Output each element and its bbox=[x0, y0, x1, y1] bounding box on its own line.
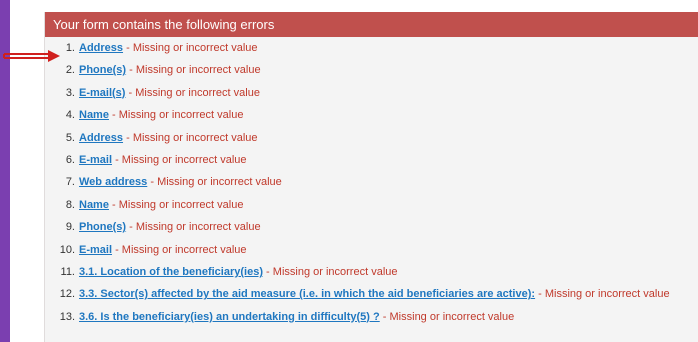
error-message: Missing or incorrect value bbox=[118, 109, 244, 122]
error-separator: - bbox=[126, 64, 136, 77]
error-field-link[interactable]: Web address bbox=[79, 176, 147, 188]
error-summary: Your form contains the following errors … bbox=[44, 12, 698, 342]
error-item: 13. 3.6. Is the beneficiary(ies) an under… bbox=[45, 306, 698, 328]
error-separator: - bbox=[112, 153, 122, 166]
error-number: 12. bbox=[59, 288, 75, 301]
error-separator: - bbox=[108, 109, 119, 122]
error-message: Missing or incorrect value bbox=[544, 288, 670, 301]
error-separator: - bbox=[112, 243, 122, 256]
error-message: Missing or incorrect value bbox=[157, 176, 282, 189]
error-field-link[interactable]: Address bbox=[79, 42, 123, 54]
error-field-link[interactable]: Phone(s) bbox=[79, 221, 126, 233]
error-field-link[interactable]: 3.6. Is the beneficiary(ies) an undertak… bbox=[79, 311, 380, 323]
error-message: Missing or incorrect value bbox=[272, 265, 398, 278]
error-message: Missing or incorrect value bbox=[135, 86, 260, 99]
error-item: 10. E-mail - Missing or incorrect value bbox=[45, 239, 698, 261]
error-number: 9. bbox=[65, 221, 75, 234]
page-panel: Your form contains the following errors … bbox=[10, 0, 698, 342]
error-field-link[interactable]: E-mail bbox=[79, 244, 112, 256]
error-field-link[interactable]: 3.1. Location of the beneficiary(ies) bbox=[79, 266, 263, 278]
error-message: Missing or incorrect value bbox=[389, 310, 515, 323]
error-number: 6. bbox=[65, 153, 75, 166]
error-number: 5. bbox=[65, 131, 75, 144]
error-separator: - bbox=[263, 265, 273, 278]
error-message: Missing or incorrect value bbox=[118, 198, 244, 211]
error-item: 6. E-mail - Missing or incorrect value bbox=[45, 149, 698, 171]
error-item: 3. E-mail(s) - Missing or incorrect value bbox=[45, 82, 698, 104]
error-separator: - bbox=[123, 42, 133, 54]
error-field-link[interactable]: Phone(s) bbox=[79, 64, 126, 76]
error-number: 13. bbox=[59, 310, 75, 323]
error-item: 5. Address - Missing or incorrect value bbox=[45, 127, 698, 149]
error-message: Missing or incorrect value bbox=[132, 42, 258, 54]
error-separator: - bbox=[535, 288, 545, 301]
error-item: 11. 3.1. Location of the beneficiary(ies)… bbox=[45, 261, 698, 283]
error-separator: - bbox=[126, 221, 136, 234]
error-item: 9. Phone(s) - Missing or incorrect value bbox=[45, 216, 698, 238]
error-number: 4. bbox=[65, 109, 75, 122]
error-field-link[interactable]: Name bbox=[79, 109, 109, 121]
error-number: 10. bbox=[59, 243, 75, 256]
error-item: 1. Address - Missing or incorrect value bbox=[45, 37, 698, 59]
error-field-link[interactable]: Name bbox=[79, 199, 109, 211]
error-item: 8. Name - Missing or incorrect value bbox=[45, 194, 698, 216]
error-separator: - bbox=[125, 86, 136, 99]
error-message: Missing or incorrect value bbox=[121, 153, 247, 166]
error-separator: - bbox=[108, 198, 119, 211]
error-item: 7. Web address - Missing or incorrect val… bbox=[45, 171, 698, 193]
error-number: 8. bbox=[65, 198, 75, 211]
error-field-link[interactable]: 3.3. Sector(s) affected by the aid measu… bbox=[79, 288, 535, 300]
red-arrow-icon bbox=[3, 50, 60, 62]
error-field-link[interactable]: E-mail bbox=[79, 154, 112, 166]
error-item: 12. 3.3. Sector(s) affected by the aid me… bbox=[45, 283, 698, 305]
error-message: Missing or incorrect value bbox=[121, 243, 247, 256]
error-message: Missing or incorrect value bbox=[135, 64, 261, 77]
error-summary-title: Your form contains the following errors bbox=[45, 12, 698, 37]
error-number: 3. bbox=[65, 86, 75, 99]
error-item: 4. Name - Missing or incorrect value bbox=[45, 104, 698, 126]
error-item: 2. Phone(s) - Missing or incorrect value bbox=[45, 59, 698, 81]
error-field-link[interactable]: Address bbox=[79, 132, 123, 144]
error-field-link[interactable]: E-mail(s) bbox=[79, 87, 125, 99]
error-number: 7. bbox=[65, 176, 75, 189]
error-message: Missing or incorrect value bbox=[132, 131, 258, 144]
error-message: Missing or incorrect value bbox=[135, 221, 261, 234]
error-separator: - bbox=[147, 176, 158, 189]
error-separator: - bbox=[123, 131, 133, 144]
error-separator: - bbox=[379, 310, 390, 323]
error-list: 1. Address - Missing or incorrect value 2.… bbox=[45, 37, 698, 328]
error-number: 11. bbox=[60, 265, 75, 278]
